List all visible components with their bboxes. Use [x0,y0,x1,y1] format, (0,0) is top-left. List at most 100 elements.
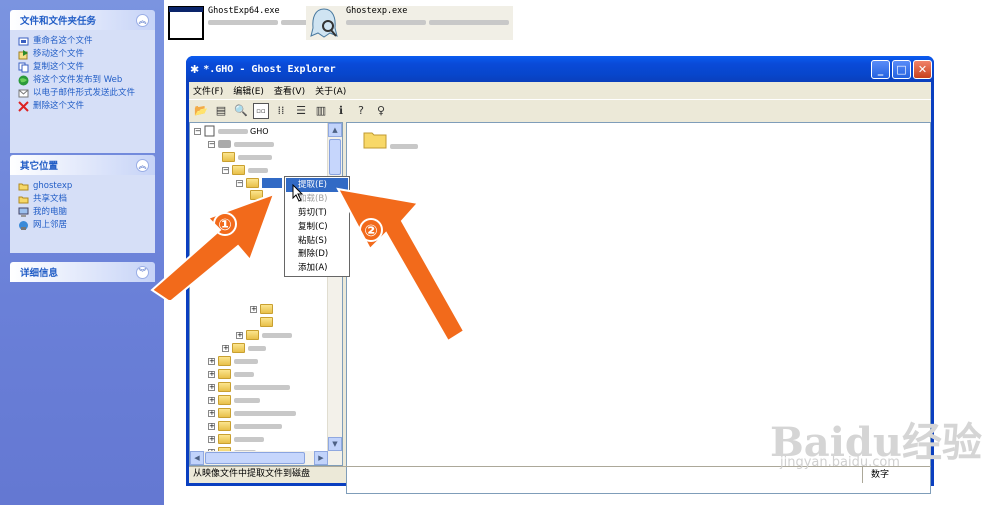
expand-box-icon[interactable]: + [208,435,215,443]
collapse-box-icon[interactable]: − [194,127,201,135]
place-network-link[interactable]: 网上邻居 [18,220,149,231]
help-icon[interactable]: ? [353,103,369,119]
scroll-right-icon[interactable]: ▶ [314,451,328,465]
tree-horizontal-scrollbar[interactable]: ◀ ▶ [190,451,328,465]
close-button[interactable]: ✕ [913,59,932,79]
email-file-link[interactable]: 以电子邮件形式发送此文件 [18,88,149,99]
menu-view[interactable]: 查看(V) [274,84,305,97]
tree-item[interactable]: + [208,433,264,445]
collapse-box-icon[interactable]: − [208,140,215,148]
place-my-computer-link[interactable]: 我的电脑 [18,207,149,218]
scroll-thumb[interactable] [329,139,341,175]
place-network-label: 网上邻居 [33,220,68,230]
collapse-box-icon[interactable]: − [222,166,229,174]
scroll-up-icon[interactable]: ▲ [328,123,342,137]
computer-icon [18,207,29,217]
tree-item[interactable]: − [222,164,268,176]
menu-about[interactable]: 关于(A) [315,84,346,97]
window-title: *.GHO - Ghost Explorer [203,63,336,75]
other-places-panel: 其它位置 ︽ ghostexp 共享文档 我的电脑 网上邻居 [10,155,155,253]
tree-drive[interactable]: − [208,138,274,150]
small-icons-view-icon[interactable]: ⁞⁞ [273,103,289,119]
other-places-header[interactable]: 其它位置 ︽ [10,155,155,175]
baidu-watermark-url: jingyan.baidu.com [780,455,900,470]
scroll-thumb[interactable] [205,452,305,464]
large-icons-view-icon[interactable]: ▫▫ [253,103,269,119]
details-header[interactable]: 详细信息 ︾ [10,262,155,282]
tree-item[interactable]: + [236,329,292,341]
place-shared-docs-label: 共享文档 [33,194,68,204]
rename-file-label: 重命名这个文件 [33,36,93,46]
tree-item[interactable] [222,151,272,163]
properties-icon[interactable]: ℹ [333,103,349,119]
delete-file-link[interactable]: 删除这个文件 [18,101,149,112]
callout-arrow-2 [336,187,466,343]
task-pane: 文件和文件夹任务 ︽ 重命名这个文件 移动这个文件 复制这个文件 将这个文件发布… [0,0,164,505]
file-item-ghostexp[interactable]: Ghostexp.exe [306,6,513,40]
tree-item-selected[interactable]: − [236,177,282,189]
app-icon: ✱ [190,62,200,76]
scroll-left-icon[interactable]: ◀ [190,451,204,465]
window-titlebar[interactable]: ✱ *.GHO - Ghost Explorer _ □ ✕ [186,56,934,82]
menu-file[interactable]: 文件(F) [193,84,223,97]
callout-number-1: ① [213,212,237,236]
copy-file-link[interactable]: 复制这个文件 [18,62,149,73]
extract-icon[interactable]: ▤ [213,103,229,119]
folder-icon [260,304,273,314]
mouse-cursor-icon [292,184,304,202]
list-item[interactable] [363,129,418,152]
delete-file-label: 删除这个文件 [33,101,85,111]
tree-item[interactable]: + [208,394,260,406]
search-icon[interactable]: 🔍 [233,103,249,119]
tree-item[interactable] [250,316,276,328]
scroll-down-icon[interactable]: ▼ [328,437,342,451]
expand-box-icon[interactable]: + [208,409,215,417]
tree-root[interactable]: − GHO [194,125,269,137]
web-publish-link[interactable]: 将这个文件发布到 Web [18,75,149,86]
drive-icon [218,140,231,148]
tree-item[interactable]: + [208,355,258,367]
list-view-icon[interactable]: ☰ [293,103,309,119]
collapse-chevron-icon[interactable]: ︽ [136,13,149,27]
expand-box-icon[interactable]: + [250,305,257,313]
folder-icon [246,330,259,340]
expand-box-icon[interactable]: + [208,396,215,404]
tree-item[interactable]: + [250,303,276,315]
move-file-link[interactable]: 移动这个文件 [18,49,149,60]
folder-icon [18,183,29,191]
tree-item[interactable]: + [208,420,282,432]
file-tasks-title: 文件和文件夹任务 [20,16,97,27]
place-shared-docs-link[interactable]: 共享文档 [18,194,149,205]
tree-root-label: GHO [250,126,269,136]
expand-chevron-icon[interactable]: ︾ [136,265,149,279]
expand-box-icon[interactable]: + [208,422,215,430]
tree-item[interactable]: + [222,342,266,354]
place-ghostexp-label: ghostexp [33,181,73,191]
tree-item[interactable]: + [208,407,296,419]
blurred-label [262,332,292,338]
expand-box-icon[interactable]: + [208,383,215,391]
expand-box-icon[interactable]: + [236,331,243,339]
maximize-button[interactable]: □ [892,59,911,79]
collapse-box-icon[interactable]: − [236,179,243,187]
about-icon[interactable]: ♀ [373,103,389,119]
minimize-button[interactable]: _ [871,59,890,79]
blurred-label [238,154,272,160]
expand-box-icon[interactable]: + [222,344,229,352]
expand-box-icon[interactable]: + [208,370,215,378]
copy-file-label: 复制这个文件 [33,62,85,72]
blurred-label [234,141,274,147]
folder-icon [218,408,231,418]
collapse-chevron-icon[interactable]: ︽ [136,158,149,172]
expand-box-icon[interactable]: + [208,357,215,365]
email-file-label: 以电子邮件形式发送此文件 [33,88,136,98]
tree-item[interactable]: + [208,381,290,393]
open-folder-icon[interactable]: 📂 [193,103,209,119]
details-view-icon[interactable]: ▥ [313,103,329,119]
window-app-icon [168,6,204,40]
place-ghostexp-link[interactable]: ghostexp [18,181,149,192]
rename-file-link[interactable]: 重命名这个文件 [18,36,149,47]
menu-edit[interactable]: 编辑(E) [233,84,264,97]
file-tasks-header[interactable]: 文件和文件夹任务 ︽ [10,10,155,30]
tree-item[interactable]: + [208,368,254,380]
